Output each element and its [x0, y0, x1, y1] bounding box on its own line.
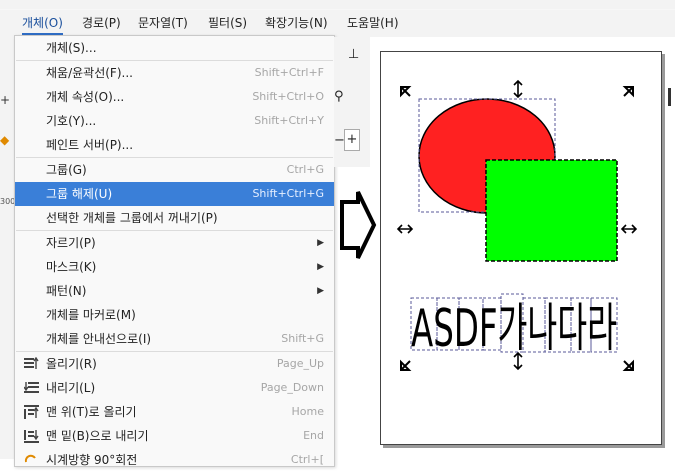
menu-item-symbols[interactable]: 기호(Y)... Shift+Ctrl+Y	[15, 109, 334, 133]
menu-item-object-properties[interactable]: 개체 속성(O)... Shift+Ctrl+O	[15, 85, 334, 109]
menu-item-objects-to-marker[interactable]: 개체를 마커로(M)	[15, 303, 334, 327]
shortcut-label: Page_Up	[276, 357, 324, 370]
menu-item-objects-to-guides[interactable]: 개체를 안내선으로(I) Shift+G	[15, 327, 334, 351]
shortcut-label: Shift+Ctrl+O	[252, 90, 324, 103]
menu-item-mask[interactable]: 마스크(K) ▶	[15, 255, 334, 279]
canvas-drawing: ASDF가나다라	[396, 79, 638, 371]
submenu-arrow-icon: ▶	[317, 286, 324, 296]
shortcut-label: Ctrl+G	[286, 163, 324, 176]
menubar-top-strip	[0, 0, 675, 10]
toolbar-column: ⊥ ⚲ − +	[334, 37, 370, 167]
canvas-text: ASDF가나다라	[411, 299, 617, 359]
ruler-number: 300	[0, 197, 16, 206]
menu-help[interactable]: 도움말(H)	[347, 13, 399, 33]
submenu-arrow-icon: ▶	[317, 262, 324, 272]
menu-object[interactable]: 개체(O)	[22, 13, 63, 35]
green-rectangle	[485, 159, 618, 262]
submenu-arrow-icon: ▶	[317, 238, 324, 248]
menu-item-rotate-cw[interactable]: 시계방향 90°회전 Ctrl+[	[15, 448, 334, 472]
menu-item-clip[interactable]: 자르기(P) ▶	[15, 231, 334, 255]
shortcut-label: Page_Down	[260, 381, 324, 394]
menu-item-pop-selection-out[interactable]: 선택한 개체를 그룹에서 꺼내기(P)	[15, 206, 334, 230]
menu-item-pattern[interactable]: 패턴(N) ▶	[15, 279, 334, 303]
menu-item-group[interactable]: 그룹(G) Ctrl+G	[15, 158, 334, 182]
object-menu-dropdown: 개체(S)... 채움/윤곽선(F)... Shift+Ctrl+F 개체 속성(…	[14, 35, 335, 467]
shortcut-label: Shift+Ctrl+Y	[254, 114, 324, 127]
menu-item-paint-servers[interactable]: 페인트 서버(P)...	[15, 133, 334, 157]
right-arrow-icon	[340, 191, 377, 259]
lower-to-bottom-icon	[24, 430, 39, 443]
zoom-icon[interactable]: ⚲	[334, 89, 344, 104]
shortcut-label: End	[303, 429, 324, 442]
menu-item-raise[interactable]: 올리기(R) Page_Up	[15, 352, 334, 376]
tool-paint-icon[interactable]: ◆	[0, 133, 9, 147]
shortcut-label: Home	[291, 405, 324, 418]
menu-item-ungroup[interactable]: 그룹 해제(U) Shift+Ctrl+G	[15, 182, 334, 206]
menu-text[interactable]: 문자열(T)	[138, 13, 188, 33]
shortcut-label: Shift+Ctrl+F	[254, 66, 324, 79]
menu-filters[interactable]: 필터(S)	[208, 13, 247, 33]
menu-item-lower-to-bottom[interactable]: 맨 밑(B)으로 내리기 End	[15, 424, 334, 448]
scrollbar-edge[interactable]	[668, 88, 671, 106]
lower-icon	[24, 382, 39, 393]
rotate-cw-icon	[24, 454, 36, 463]
menu-item-fill-stroke[interactable]: 채움/윤곽선(F)... Shift+Ctrl+F	[15, 61, 334, 85]
shortcut-label: Shift+Ctrl+G	[252, 187, 324, 200]
menu-path[interactable]: 경로(P)	[82, 13, 121, 33]
menubar: 개체(O) 경로(P) 문자열(T) 필터(S) 확장기능(N) 도움말(H)	[0, 0, 675, 37]
snap-icon[interactable]: ⊥	[348, 47, 359, 62]
plus-button[interactable]: +	[344, 129, 360, 151]
raise-to-top-icon	[24, 405, 39, 419]
menu-item-raise-to-top[interactable]: 맨 위(T)로 올리기 Home	[15, 400, 334, 424]
shortcut-label: Shift+G	[281, 332, 324, 345]
menu-extensions[interactable]: 확장기능(N)	[265, 13, 328, 33]
left-tool-column: + ◆ 300	[0, 37, 16, 459]
canvas-page[interactable]: ASDF가나다라	[380, 51, 662, 445]
raise-icon	[24, 357, 39, 369]
menu-item-lower[interactable]: 내리기(L) Page_Down	[15, 376, 334, 400]
shortcut-label: Ctrl+[	[290, 453, 324, 466]
tool-handle-icon[interactable]: +	[0, 93, 10, 107]
menu-item-objects[interactable]: 개체(S)...	[15, 36, 334, 60]
